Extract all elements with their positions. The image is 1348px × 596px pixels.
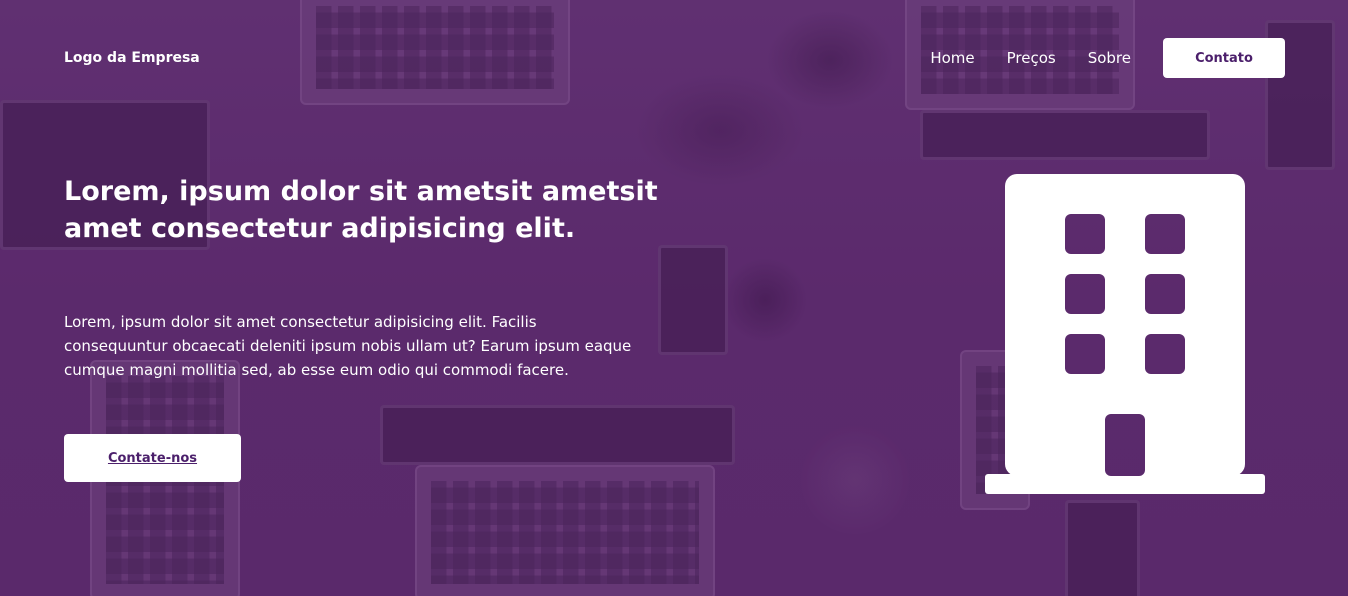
nav-link-home[interactable]: Home [930, 49, 974, 67]
hero-lead-text: Lorem, ipsum dolor sit amet consectetur … [64, 313, 632, 379]
nav-link-sobre[interactable]: Sobre [1088, 49, 1131, 67]
hero-headline: Lorem, ipsum dolor sit ametsit ametsit a… [64, 176, 658, 244]
company-logo[interactable]: Logo da Empresa [64, 50, 200, 66]
contact-button[interactable]: Contato [1163, 38, 1285, 78]
hero-section: Logo da Empresa Home Preços Sobre Contat… [0, 0, 1348, 596]
building-icon [985, 174, 1265, 494]
nav-link-precos[interactable]: Preços [1007, 49, 1056, 67]
contact-us-button[interactable]: Contate-nos [64, 434, 241, 482]
main-nav: Home Preços Sobre Contato [930, 38, 1285, 78]
